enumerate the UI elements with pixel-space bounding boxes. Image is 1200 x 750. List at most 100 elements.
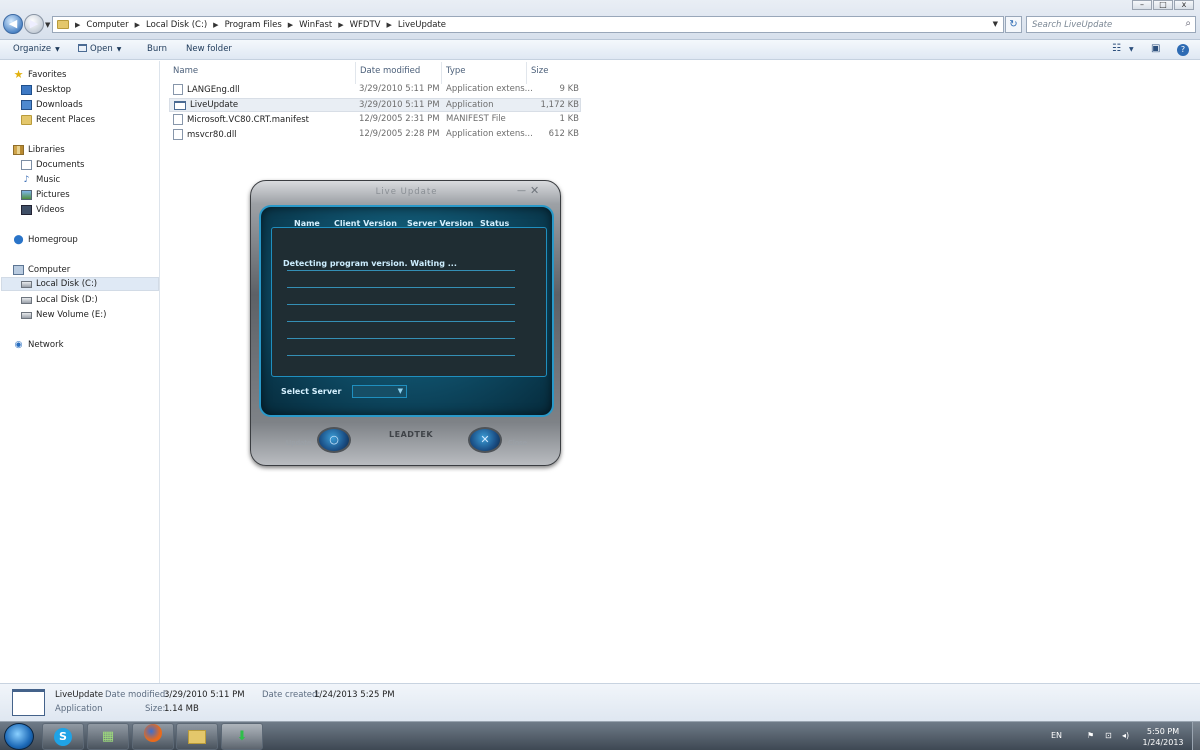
column-divider[interactable] — [355, 62, 356, 84]
chevron-right-icon[interactable]: ▶ — [213, 21, 218, 29]
open-app-icon — [78, 44, 87, 52]
list-row-line — [287, 355, 515, 356]
column-header-name[interactable]: Name — [173, 66, 198, 76]
column-header-size[interactable]: Size — [531, 66, 548, 76]
file-type: Application — [446, 100, 494, 110]
chevron-right-icon[interactable]: ▶ — [288, 21, 293, 29]
file-size: 9 KB — [559, 84, 579, 94]
folder-icon — [57, 20, 69, 29]
change-view-icon[interactable]: ☷ — [1112, 43, 1121, 54]
file-date: 3/29/2010 5:11 PM — [359, 84, 440, 94]
organize-button[interactable]: Organize ▼ — [13, 44, 60, 54]
taskbar-liveupdate[interactable]: ⬇ — [221, 723, 263, 750]
network-tray-icon[interactable]: ⊡ — [1105, 731, 1112, 740]
chevron-right-icon[interactable]: ▶ — [135, 21, 140, 29]
breadcrumb-program-files[interactable]: Program Files — [225, 20, 282, 30]
nav-music[interactable]: ♪ Music — [21, 173, 61, 187]
clock[interactable]: 5:50 PM 1/24/2013 — [1136, 726, 1190, 748]
view-options-dropdown[interactable]: ▼ — [1129, 46, 1134, 53]
drive-icon — [21, 280, 32, 288]
file-row[interactable]: msvcr80.dll 12/9/2005 2:28 PM Applicatio… — [169, 128, 581, 142]
nav-pictures[interactable]: Pictures — [21, 188, 70, 202]
file-type: MANIFEST File — [446, 114, 506, 124]
column-header-date-modified[interactable]: Date modified — [360, 66, 420, 76]
address-path[interactable]: ▶ Computer ▶ Local Disk (C:) ▶ Program F… — [52, 16, 1004, 33]
nav-computer[interactable]: Computer — [13, 263, 70, 277]
nav-documents[interactable]: Documents — [21, 158, 84, 172]
file-row-selected[interactable]: LiveUpdate 3/29/2010 5:11 PM Application… — [169, 98, 581, 112]
details-date-created: 1/24/2013 5:25 PM — [314, 690, 395, 700]
search-icon[interactable]: ⌕ — [1185, 18, 1191, 29]
nav-videos[interactable]: Videos — [21, 203, 64, 217]
breadcrumb-winfast[interactable]: WinFast — [299, 20, 332, 30]
search-input[interactable]: Search LiveUpdate ⌕ — [1026, 16, 1196, 33]
chevron-right-icon[interactable]: ▶ — [386, 21, 391, 29]
nav-recent-places[interactable]: Recent Places — [21, 113, 95, 127]
refresh-button[interactable]: ↻ — [1005, 16, 1022, 33]
chevron-right-icon[interactable]: ▶ — [338, 21, 343, 29]
file-row[interactable]: Microsoft.VC80.CRT.manifest 12/9/2005 2:… — [169, 113, 581, 127]
new-folder-label: New folder — [186, 44, 232, 54]
language-indicator[interactable]: EN — [1051, 731, 1062, 740]
breadcrumb-local-disk-c[interactable]: Local Disk (C:) — [146, 20, 207, 30]
control-panel-icon: ▦ — [101, 729, 115, 744]
search-placeholder: Search LiveUpdate — [1032, 20, 1113, 30]
libraries-icon — [13, 145, 24, 155]
taskbar-explorer[interactable] — [176, 723, 218, 750]
taskbar-firefox[interactable] — [132, 723, 174, 750]
live-update-window: Live Update — ✕ Name Client Version Serv… — [250, 180, 561, 466]
nav-homegroup[interactable]: ⬤ Homegroup — [13, 233, 77, 247]
close-icon[interactable]: ✕ — [530, 184, 539, 197]
breadcrumb-wfdtv[interactable]: WFDTV — [350, 20, 381, 30]
flag-icon[interactable]: ⚑ — [1087, 731, 1094, 740]
file-row[interactable]: LANGEng.dll 3/29/2010 5:11 PM Applicatio… — [169, 83, 581, 97]
open-button[interactable]: Open ▼ — [78, 44, 121, 54]
file-name: msvcr80.dll — [187, 129, 237, 140]
taskbar-control-panel[interactable]: ▦ — [87, 723, 129, 750]
preview-pane-icon[interactable]: ▣ — [1151, 43, 1160, 54]
videos-icon — [21, 205, 32, 215]
recent-pages-dropdown[interactable]: ▼ — [45, 21, 50, 29]
nav-libraries[interactable]: Libraries — [13, 143, 65, 157]
nav-label: Music — [36, 175, 61, 185]
address-dropdown-icon[interactable]: ▼ — [993, 20, 998, 28]
leadtek-logo: LEADTEK — [389, 430, 434, 439]
nav-label: Favorites — [28, 70, 67, 80]
server-select[interactable]: ▼ — [352, 385, 407, 398]
breadcrumb-computer[interactable]: Computer — [86, 20, 128, 30]
details-date-modified-label: Date modified: — [105, 690, 169, 700]
nav-network[interactable]: ◉ Network — [13, 338, 64, 352]
back-button[interactable]: ◀ — [3, 14, 23, 34]
new-folder-button[interactable]: New folder — [186, 44, 232, 54]
details-pane: LiveUpdate Date modified: 3/29/2010 5:11… — [0, 683, 1200, 721]
burn-label: Burn — [147, 44, 167, 54]
forward-button[interactable]: ▶ — [24, 14, 44, 34]
taskbar: S ▦ ⬇ EN ⚑ ⊡ ◂) 5:50 PM 1/24/2013 — [0, 721, 1200, 750]
update-button[interactable]: ○ — [317, 427, 351, 453]
minimize-button[interactable]: – — [1132, 0, 1152, 10]
firefox-icon — [144, 724, 162, 742]
burn-button[interactable]: Burn — [147, 44, 167, 54]
nav-local-disk-d[interactable]: Local Disk (D:) — [21, 293, 98, 307]
minimize-icon[interactable]: — — [517, 186, 526, 196]
close-window-button[interactable]: x — [1174, 0, 1194, 10]
nav-desktop[interactable]: Desktop — [21, 83, 71, 97]
volume-icon[interactable]: ◂) — [1122, 731, 1129, 740]
nav-downloads[interactable]: Downloads — [21, 98, 83, 112]
chevron-right-icon[interactable]: ▶ — [75, 21, 80, 29]
column-header-type[interactable]: Type — [446, 66, 466, 76]
show-desktop-button[interactable] — [1192, 722, 1200, 750]
taskbar-skype[interactable]: S — [42, 723, 84, 750]
nav-new-volume-e[interactable]: New Volume (E:) — [21, 308, 106, 322]
column-divider[interactable] — [526, 62, 527, 84]
nav-favorites[interactable]: ★ Favorites — [13, 68, 67, 82]
breadcrumb-liveupdate[interactable]: LiveUpdate — [398, 20, 446, 30]
column-divider[interactable] — [441, 62, 442, 84]
details-date-modified: 3/29/2010 5:11 PM — [164, 690, 245, 700]
nav-local-disk-c[interactable]: Local Disk (C:) — [1, 277, 159, 291]
close-button[interactable]: ✕ — [468, 427, 502, 453]
close-label: Close — [508, 439, 528, 447]
start-button[interactable] — [4, 723, 34, 750]
maximize-button[interactable]: □ — [1153, 0, 1173, 10]
help-icon[interactable]: ? — [1177, 44, 1189, 56]
